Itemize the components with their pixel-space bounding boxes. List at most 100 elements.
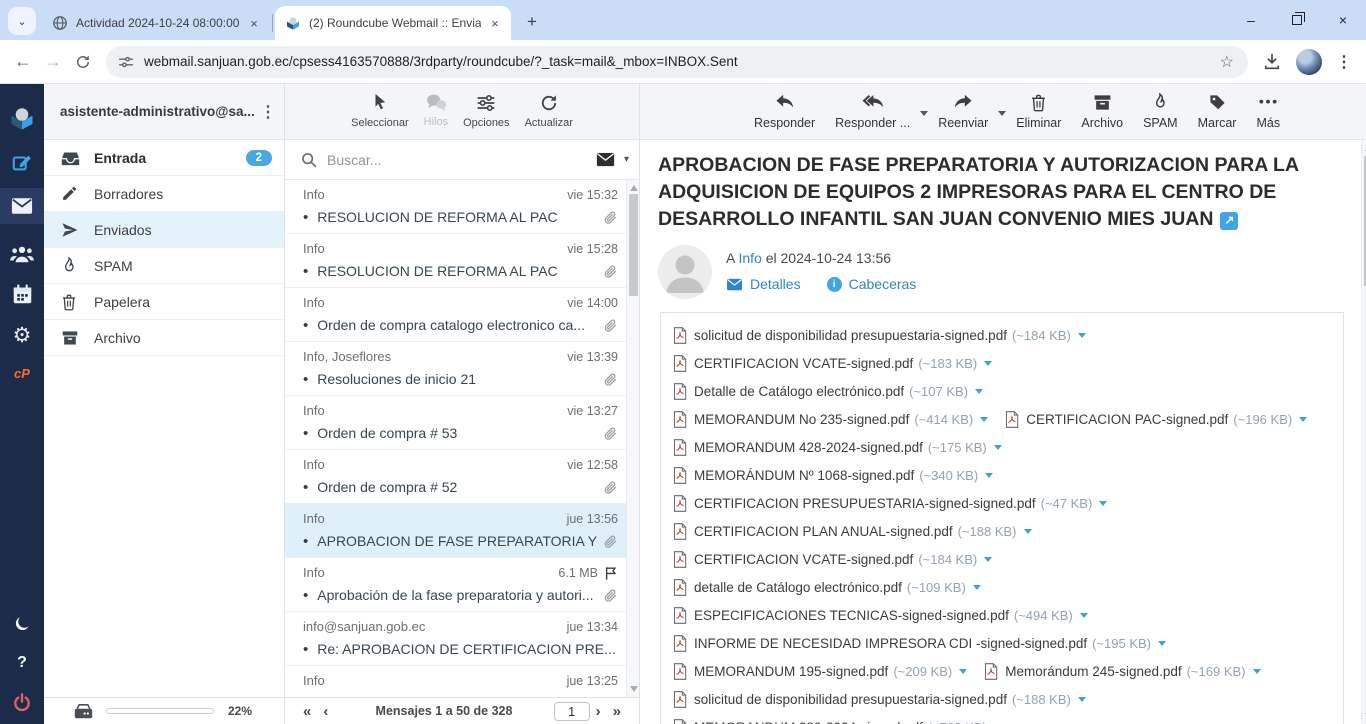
folder-enviados[interactable]: Enviados	[44, 212, 284, 248]
message-row[interactable]: Info 6.1 MB Aprobación de la fase prepar…	[285, 558, 626, 612]
message-row[interactable]: Info vie 15:28 RESOLUCION DE REFORMA AL …	[285, 234, 626, 288]
message-row[interactable]: Info vie 15:32 RESOLUCION DE REFORMA AL …	[285, 180, 626, 234]
calendar-nav-button[interactable]	[12, 284, 33, 305]
mail-nav-button[interactable]	[0, 188, 44, 224]
new-tab-button[interactable]: +	[519, 9, 545, 35]
attachment-link[interactable]: MEMORANDUM 389-2024-signed.pdf (~762 KB)	[673, 713, 1002, 724]
profile-avatar[interactable]	[1296, 49, 1322, 75]
reply-all-button[interactable]: Responder ...	[825, 93, 920, 139]
account-menu-icon[interactable]: ⋮	[260, 102, 276, 122]
message-row[interactable]: Info, Joseflores vie 13:39 Resoluciones …	[285, 342, 626, 396]
folder-archivo[interactable]: Archivo	[44, 320, 284, 356]
attachment-menu-caret[interactable]	[1253, 669, 1261, 674]
folder-papelera[interactable]: Papelera	[44, 284, 284, 320]
attachment-link[interactable]: Memorándum 245-signed.pdf (~169 KB)	[984, 657, 1260, 685]
attachment-menu-caret[interactable]	[985, 473, 993, 478]
back-button[interactable]: ←	[8, 51, 38, 72]
attachment-menu-caret[interactable]	[980, 417, 988, 422]
prev-page-button[interactable]: ‹	[317, 703, 334, 720]
open-in-new-window-icon[interactable]: ↗	[1220, 212, 1238, 230]
tune-icon[interactable]	[118, 54, 134, 70]
bookmark-star-icon[interactable]: ☆	[1214, 52, 1240, 72]
first-page-button[interactable]: «	[297, 703, 317, 720]
list-scrollbar[interactable]	[626, 180, 639, 697]
attachment-menu-caret[interactable]	[959, 669, 967, 674]
forward-button[interactable]: →	[38, 51, 68, 72]
cpanel-icon[interactable]: cP	[14, 366, 30, 381]
attachment-link[interactable]: solicitud de disponibilidad presupuestar…	[673, 321, 1086, 349]
attachment-menu-caret[interactable]	[1024, 529, 1032, 534]
message-row[interactable]: Info vie 12:58 Orden de compra # 52	[285, 450, 626, 504]
logout-power-icon[interactable]	[11, 692, 33, 714]
details-link[interactable]: Detalles	[750, 276, 801, 292]
forward-menu-caret[interactable]	[998, 111, 1006, 116]
browser-menu-icon[interactable]: ⋮	[1336, 52, 1352, 72]
attachment-link[interactable]: ESPECIFICACIONES TECNICAS-signed-signed.…	[673, 601, 1088, 629]
attachment-menu-caret[interactable]	[1080, 613, 1088, 618]
scroll-up-icon[interactable]	[630, 185, 638, 191]
attachment-link[interactable]: INFORME DE NECESIDAD IMPRESORA CDI -sign…	[673, 629, 1166, 657]
search-scope-envelope-icon[interactable]	[596, 152, 615, 167]
attachment-link[interactable]: MEMORANDUM 195-signed.pdf (~209 KB)	[673, 657, 967, 685]
reload-button[interactable]	[74, 53, 92, 71]
message-row[interactable]: Info jue 13:25	[285, 666, 626, 697]
minimize-button[interactable]: –	[1228, 0, 1274, 40]
archive-button[interactable]: Archivo	[1071, 93, 1133, 139]
attachment-menu-caret[interactable]	[1158, 641, 1166, 646]
tab-search-button[interactable]: ⌄	[8, 7, 36, 35]
attachment-link[interactable]: solicitud de disponibilidad presupuestar…	[673, 685, 1086, 713]
reply-button[interactable]: Responder	[744, 93, 825, 139]
mark-button[interactable]: Marcar	[1188, 93, 1247, 139]
attachment-menu-caret[interactable]	[1099, 501, 1107, 506]
more-button[interactable]: Más	[1246, 93, 1290, 139]
reader-scrollbar[interactable]	[1361, 140, 1366, 724]
attachment-menu-caret[interactable]	[975, 389, 983, 394]
attachment-link[interactable]: MEMORANDUM No 235-signed.pdf (~414 KB)	[673, 405, 988, 433]
folder-entrada[interactable]: Entrada 2	[44, 140, 284, 176]
attachment-link[interactable]: detalle de Catálogo electrónico.pdf (~10…	[673, 573, 981, 601]
page-number-input[interactable]	[554, 702, 590, 721]
attachment-link[interactable]: CERTIFICACION VCATE-signed.pdf (~184 KB)	[673, 545, 992, 573]
last-page-button[interactable]: »	[607, 703, 627, 720]
delete-button[interactable]: Eliminar	[1006, 93, 1071, 139]
scroll-down-icon[interactable]	[630, 686, 638, 692]
search-scope-chevron-icon[interactable]: ▾	[624, 154, 629, 165]
attachment-menu-caret[interactable]	[1299, 417, 1307, 422]
select-button[interactable]: Seleccionar	[351, 93, 408, 139]
search-input[interactable]	[327, 152, 596, 168]
refresh-button[interactable]: Actualizar	[525, 93, 573, 139]
next-page-button[interactable]: ›	[590, 703, 607, 720]
attachment-menu-caret[interactable]	[1078, 697, 1086, 702]
compose-button[interactable]	[11, 152, 33, 174]
message-row[interactable]: info@sanjuan.gob.ec jue 13:34 Re: APROBA…	[285, 612, 626, 666]
close-window-button[interactable]: ×	[1320, 0, 1366, 40]
contacts-nav-button[interactable]	[10, 244, 34, 264]
attachment-link[interactable]: CERTIFICACION VCATE-signed.pdf (~183 KB)	[673, 349, 992, 377]
settings-nav-button[interactable]: ⚙	[13, 325, 32, 346]
attachment-link[interactable]: CERTIFICACION PAC-signed.pdf (~196 KB)	[1005, 405, 1307, 433]
forward-button[interactable]: Reenviar	[928, 93, 998, 139]
spam-button[interactable]: SPAM	[1133, 93, 1188, 139]
recipient-link[interactable]: Info	[738, 250, 761, 266]
attachment-menu-caret[interactable]	[994, 445, 1002, 450]
help-icon[interactable]: ?	[17, 654, 27, 672]
tab-roundcube[interactable]: (2) Roundcube Webmail :: Envia ×	[275, 6, 511, 40]
attachment-menu-caret[interactable]	[973, 585, 981, 590]
message-row[interactable]: Info vie 14:00 Orden de compra catalogo …	[285, 288, 626, 342]
attachment-link[interactable]: MEMORÁNDUM Nº 1068-signed.pdf (~340 KB)	[673, 461, 993, 489]
attachment-link[interactable]: Detalle de Catálogo electrónico.pdf (~10…	[673, 377, 983, 405]
threads-button[interactable]: Hilos	[424, 93, 448, 139]
folder-borradores[interactable]: Borradores	[44, 176, 284, 212]
headers-link[interactable]: Cabeceras	[849, 276, 917, 292]
folder-spam[interactable]: SPAM	[44, 248, 284, 284]
attachment-link[interactable]: MEMORANDUM 428-2024-signed.pdf (~175 KB)	[673, 433, 1002, 461]
scroll-thumb[interactable]	[629, 194, 638, 296]
attachment-menu-caret[interactable]	[984, 361, 992, 366]
attachment-menu-caret[interactable]	[1078, 333, 1086, 338]
address-bar[interactable]: webmail.sanjuan.gob.ec/cpsess4163570888/…	[106, 46, 1248, 78]
tab-close-icon[interactable]: ×	[487, 15, 503, 31]
downloads-icon[interactable]	[1262, 52, 1282, 72]
attachment-menu-caret[interactable]	[984, 557, 992, 562]
attachment-link[interactable]: CERTIFICACION PLAN ANUAL-signed.pdf (~18…	[673, 517, 1032, 545]
reply-all-menu-caret[interactable]	[920, 111, 928, 116]
